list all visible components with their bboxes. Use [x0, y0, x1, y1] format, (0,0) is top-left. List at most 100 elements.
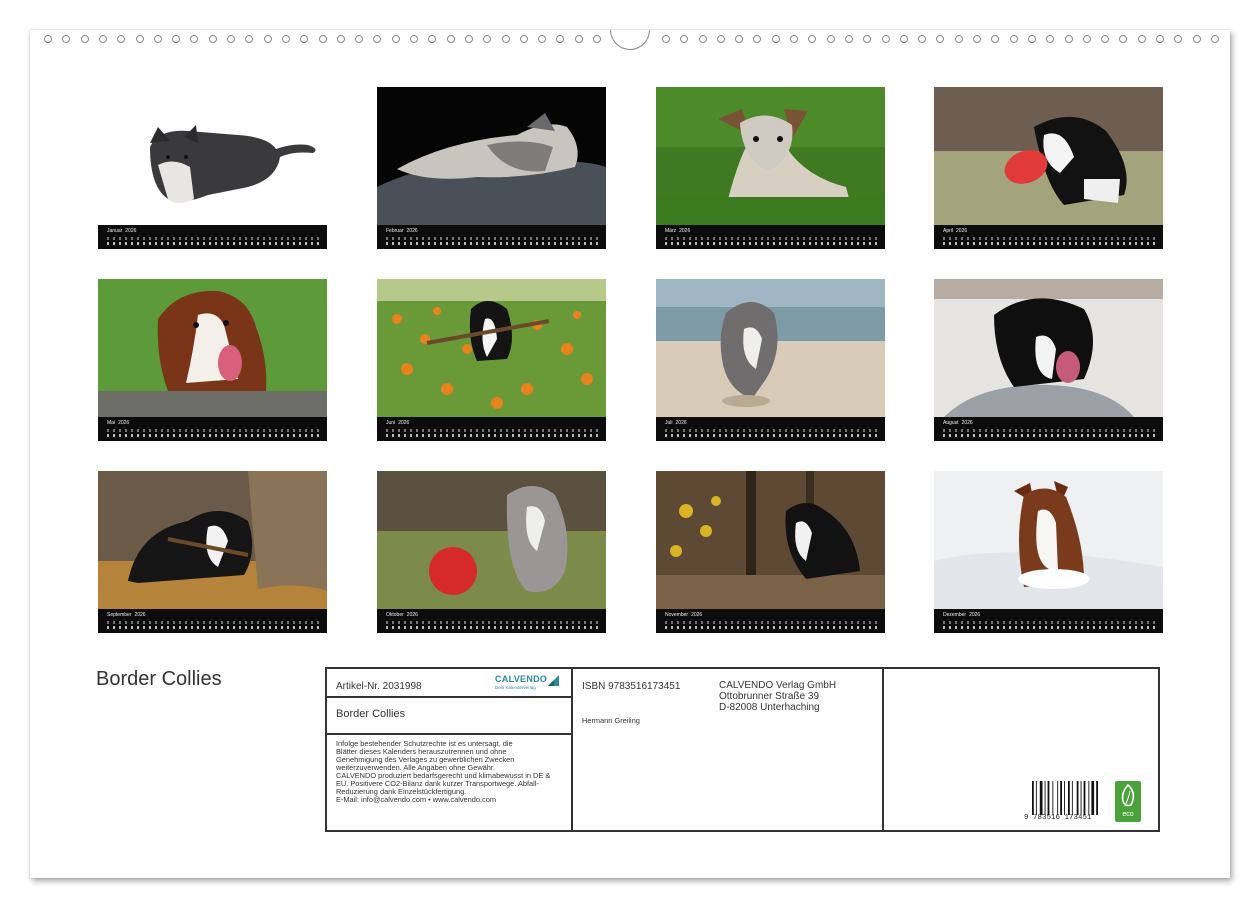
binding-ring [1101, 35, 1109, 43]
barcode-bar [1057, 781, 1059, 815]
imprint-divider [571, 667, 573, 832]
binding-ring [863, 35, 871, 43]
barcode: 9 783516 173451 [1024, 781, 1102, 823]
calvendo-logo: CALVENDO Dein Kalenderverlag [495, 674, 559, 690]
day-grid [943, 236, 1155, 246]
month-thumbnail-juli[interactable]: Juli 2026 [656, 279, 885, 441]
binding-ring [319, 35, 327, 43]
binding-ring [680, 35, 688, 43]
eco-label: eco [1122, 811, 1134, 818]
month-thumbnail-april[interactable]: April 2026 [934, 87, 1163, 249]
month-thumbnail-mai[interactable]: Mai 2026 [98, 279, 327, 441]
binding-ring [447, 35, 455, 43]
month-name: Januar 2026 [107, 228, 137, 234]
binding-ring [845, 35, 853, 43]
address-line: Ottobrunner Straße 39 [719, 691, 820, 702]
month-calendar-band: September 2026 [98, 609, 327, 633]
barcode-number: 9 783516 173451 [1024, 814, 1092, 822]
dog-photo [656, 471, 885, 609]
binding-ring [735, 35, 743, 43]
barcode-bar [1052, 781, 1054, 815]
binding-ring [662, 35, 670, 43]
month-thumbnail-september[interactable]: September 2026 [98, 471, 327, 633]
month-calendar-band: August 2026 [934, 417, 1163, 441]
binding-ring [410, 35, 418, 43]
month-thumbnail-juni[interactable]: Juni 2026 [377, 279, 606, 441]
binding-ring [154, 35, 162, 43]
binding-ring [575, 35, 583, 43]
dog-photo [98, 279, 327, 417]
binding-ring [355, 35, 363, 43]
binding-ring [1174, 35, 1182, 43]
binding-ring [245, 35, 253, 43]
dog-photo [98, 87, 327, 225]
day-grid [943, 428, 1155, 438]
binding-ring [1193, 35, 1201, 43]
binding-ring [717, 35, 725, 43]
month-name: September 2026 [107, 612, 146, 618]
barcode-bar [1064, 781, 1065, 815]
binding-ring [808, 35, 816, 43]
isbn: ISBN 9783516173451 [582, 681, 681, 692]
barcode-bars [1032, 781, 1098, 815]
binding-ring [62, 35, 70, 43]
binding-ring [282, 35, 290, 43]
month-thumbnail-maerz[interactable]: März 2026 [656, 87, 885, 249]
month-calendar-band: Juni 2026 [377, 417, 606, 441]
binding-ring [1119, 35, 1127, 43]
binding-ring [955, 35, 963, 43]
binding-ring [1083, 35, 1091, 43]
day-grid [665, 428, 877, 438]
month-name: April 2026 [943, 228, 968, 234]
binding-ring [264, 35, 272, 43]
day-grid [665, 236, 877, 246]
binding-ring [1028, 35, 1036, 43]
barcode-bar [1032, 781, 1034, 815]
binding-ring [973, 35, 981, 43]
binding-ring [483, 35, 491, 43]
dog-photo [934, 279, 1163, 417]
month-calendar-band: April 2026 [934, 225, 1163, 249]
barcode-bar [1047, 781, 1050, 815]
month-name: August 2026 [943, 420, 973, 426]
barcode-bar [1083, 781, 1086, 815]
logo-tagline: Dein Kalenderverlag [495, 685, 536, 690]
binding-ring [556, 35, 564, 43]
day-grid [107, 620, 319, 630]
day-grid [386, 236, 598, 246]
binding-ring [392, 35, 400, 43]
address-line: D-82008 Unterhaching [719, 702, 820, 713]
month-name: Oktober 2026 [386, 612, 418, 618]
month-thumbnail-oktober[interactable]: Oktober 2026 [377, 471, 606, 633]
day-grid [386, 620, 598, 630]
dog-photo [656, 87, 885, 225]
month-thumbnail-dezember[interactable]: Dezember 2026 [934, 471, 1163, 633]
binding-ring [300, 35, 308, 43]
month-calendar-band: Februar 2026 [377, 225, 606, 249]
month-thumbnail-november[interactable]: November 2026 [656, 471, 885, 633]
month-thumbnail-februar[interactable]: Februar 2026 [377, 87, 606, 249]
dog-photo [377, 87, 606, 225]
day-grid [943, 620, 1155, 630]
day-grid [386, 428, 598, 438]
dog-photo [377, 279, 606, 417]
binding-ring [900, 35, 908, 43]
binding-ring [44, 35, 52, 43]
publisher-address: CALVENDO Verlag GmbH Ottobrunner Straße … [719, 680, 836, 713]
binding-ring [337, 35, 345, 43]
barcode-bar [1096, 781, 1098, 815]
barcode-bar [1088, 781, 1090, 815]
month-name: November 2026 [665, 612, 703, 618]
barcode-bar [1071, 781, 1073, 815]
logo-mark-icon [548, 675, 559, 686]
logo-wordmark: CALVENDO [495, 674, 548, 684]
binding-ring [373, 35, 381, 43]
month-thumbnail-januar[interactable]: Januar 2026 [98, 87, 327, 249]
barcode-bar [1076, 781, 1079, 815]
barcode-bar [1044, 781, 1046, 815]
leaf-icon [1121, 783, 1135, 807]
month-calendar-band: Januar 2026 [98, 225, 327, 249]
binding-ring [772, 35, 780, 43]
binding-ring [753, 35, 761, 43]
month-thumbnail-august[interactable]: August 2026 [934, 279, 1163, 441]
